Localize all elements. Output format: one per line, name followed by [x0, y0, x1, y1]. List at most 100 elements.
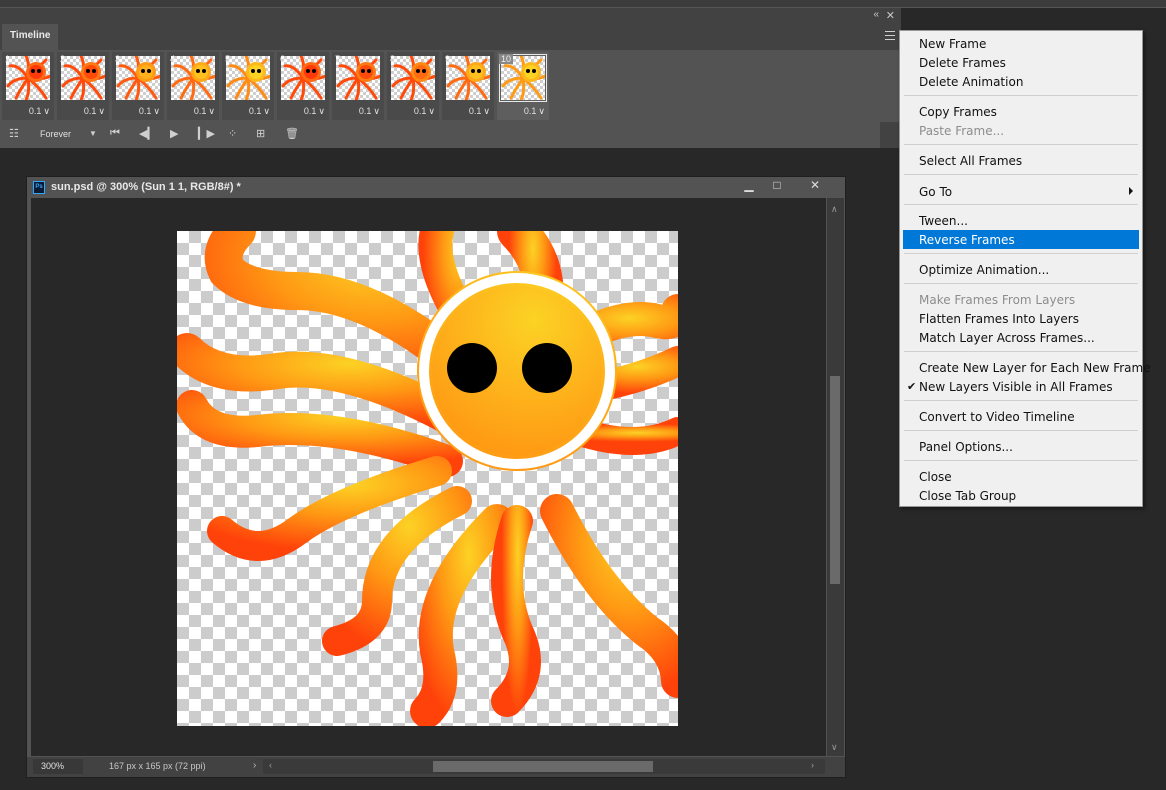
scroll-up-icon[interactable]: ∧ [831, 204, 838, 215]
menu-item-convert-to-video-timeline[interactable]: Convert to Video Timeline [903, 407, 1139, 426]
first-frame-icon[interactable]: ⏮ [110, 127, 120, 140]
close-icon[interactable]: ✕ [804, 178, 826, 194]
document-title: sun.psd @ 300% (Sun 1 1, RGB/8#) * [51, 181, 241, 193]
frame-6[interactable]: 6 0.1 ∨ [277, 52, 329, 120]
tween-icon[interactable]: ⁘ [228, 127, 237, 140]
menu-separator [904, 351, 1138, 352]
menu-separator [904, 144, 1138, 145]
frame-thumbnail [336, 56, 380, 100]
frame-delay[interactable]: 0.1 ∨ [387, 106, 439, 120]
frame-delay[interactable]: 0.1 ∨ [222, 106, 274, 120]
frame-3[interactable]: 3 0.1 ∨ [112, 52, 164, 120]
frame-2[interactable]: 2 0.1 ∨ [57, 52, 109, 120]
collapse-panel-icon[interactable]: « [873, 9, 879, 20]
menu-item-match-layer-across-frames[interactable]: Match Layer Across Frames... [903, 328, 1139, 347]
status-bar: 300% 167 px x 165 px (72 ppi) › ‹ › [27, 757, 845, 777]
frame-number: 9 [445, 54, 451, 64]
menu-item-create-new-layer[interactable]: Create New Layer for Each New Frame [903, 358, 1151, 377]
menu-item-reverse-frames[interactable]: Reverse Frames [903, 230, 1139, 249]
document-titlebar[interactable]: Ps sun.psd @ 300% (Sun 1 1, RGB/8#) * ▁ … [27, 177, 845, 197]
loop-options-select[interactable]: Forever [40, 129, 71, 139]
canvas-area[interactable] [31, 198, 826, 756]
sun-artwork [177, 231, 678, 726]
frame-delay[interactable]: 0.1 ∨ [112, 106, 164, 120]
menu-item-new-frame[interactable]: New Frame [903, 34, 1139, 53]
convert-timeline-icon[interactable]: ☷ [9, 127, 19, 140]
canvas-artboard[interactable] [177, 231, 678, 726]
chevron-down-icon[interactable]: ▼ [89, 129, 97, 138]
frame-delay[interactable]: 0.1 ∨ [442, 106, 494, 120]
frame-number: 8 [390, 54, 396, 64]
menu-item-new-layers-visible[interactable]: ✔ New Layers Visible in All Frames [903, 377, 1139, 396]
menu-separator [904, 400, 1138, 401]
controls-right-area [880, 122, 901, 148]
play-icon[interactable]: ▶ [170, 127, 178, 140]
frame-10[interactable]: 10 0.1 ∨ [497, 52, 549, 120]
frame-number: 10 [499, 54, 514, 64]
frame-delay[interactable]: 0.1 ∨ [57, 106, 109, 120]
menu-item-go-to[interactable]: Go To [903, 182, 1139, 201]
menu-item-delete-frames[interactable]: Delete Frames [903, 53, 1139, 72]
frame-thumbnail [391, 56, 435, 100]
timeline-context-menu: New Frame Delete Frames Delete Animation… [899, 30, 1151, 507]
frame-number: 4 [170, 54, 176, 64]
maximize-icon[interactable]: □ [766, 178, 788, 194]
frame-9[interactable]: 9 0.1 ∨ [442, 52, 494, 120]
menu-separator [904, 95, 1138, 96]
frame-delay[interactable]: 0.1 ∨ [167, 106, 219, 120]
frame-delay[interactable]: 0.1 ∨ [2, 106, 54, 120]
frame-8[interactable]: 8 0.1 ∨ [387, 52, 439, 120]
menu-item-select-all-frames[interactable]: Select All Frames [903, 151, 1139, 170]
frame-number: 2 [60, 54, 66, 64]
photoshop-icon: Ps [33, 181, 45, 194]
frame-number: 3 [115, 54, 121, 64]
frame-thumbnail [6, 56, 50, 100]
menu-item-panel-options[interactable]: Panel Options... [903, 437, 1139, 456]
menu-separator [904, 204, 1138, 205]
scroll-left-icon[interactable]: ‹ [269, 760, 272, 770]
menu-item-copy-frames[interactable]: Copy Frames [903, 102, 1139, 121]
timeline-panel: « ✕ Timeline 1 0.1 ∨ 2 0.1 ∨ 3 0.1 ∨ 4 0.1 ∨… [0, 8, 901, 148]
frame-delay[interactable]: 0.1 ∨ [497, 106, 549, 120]
menu-separator [904, 430, 1138, 431]
frame-thumbnail [116, 56, 160, 100]
horizontal-scroll-thumb[interactable] [433, 761, 653, 772]
panel-tabbar: Timeline [0, 24, 901, 50]
document-info: 167 px x 165 px (72 ppi) [109, 761, 206, 771]
submenu-arrow-icon [1129, 187, 1133, 195]
scroll-right-icon[interactable]: › [811, 760, 814, 770]
frame-1[interactable]: 1 0.1 ∨ [2, 52, 54, 120]
menu-item-new-layers-visible-label: New Layers Visible in All Frames [919, 380, 1113, 394]
menu-item-optimize-animation[interactable]: Optimize Animation... [903, 260, 1139, 279]
vertical-scrollbar[interactable]: ∧ ∨ [827, 198, 844, 756]
frame-thumbnail [171, 56, 215, 100]
frame-number: 7 [335, 54, 341, 64]
close-panel-icon[interactable]: ✕ [886, 9, 895, 22]
duplicate-frame-icon[interactable]: ⊞ [256, 127, 265, 140]
horizontal-scrollbar[interactable]: ‹ › [263, 759, 825, 774]
chevron-right-icon[interactable]: › [253, 760, 256, 771]
menu-item-flatten-frames-into-layers[interactable]: Flatten Frames Into Layers [903, 309, 1139, 328]
tab-timeline[interactable]: Timeline [2, 24, 58, 50]
previous-frame-icon[interactable]: ◀▎ [139, 127, 156, 140]
frame-delay[interactable]: 0.1 ∨ [332, 106, 384, 120]
frame-delay[interactable]: 0.1 ∨ [277, 106, 329, 120]
menu-item-delete-animation[interactable]: Delete Animation [903, 72, 1139, 91]
frame-7[interactable]: 7 0.1 ∨ [332, 52, 384, 120]
menu-item-close-tab-group[interactable]: Close Tab Group [903, 486, 1139, 505]
frame-5[interactable]: 5 0.1 ∨ [222, 52, 274, 120]
menu-item-make-frames-from-layers: Make Frames From Layers [919, 293, 1076, 307]
menu-separator [904, 253, 1138, 254]
vertical-scroll-thumb[interactable] [830, 376, 840, 584]
trash-icon[interactable]: 🗑 [285, 127, 299, 140]
menu-item-go-to-label: Go To [919, 185, 953, 199]
minimize-icon[interactable]: ▁ [738, 178, 760, 194]
panel-menu-icon[interactable] [883, 28, 897, 44]
frame-thumbnail [446, 56, 490, 100]
zoom-level-field[interactable]: 300% [33, 759, 83, 774]
next-frame-icon[interactable]: ▎▶ [198, 127, 215, 140]
frame-4[interactable]: 4 0.1 ∨ [167, 52, 219, 120]
scroll-down-icon[interactable]: ∨ [831, 742, 838, 753]
menu-item-close[interactable]: Close [903, 467, 1139, 486]
menu-item-tween[interactable]: Tween... [903, 211, 1139, 230]
